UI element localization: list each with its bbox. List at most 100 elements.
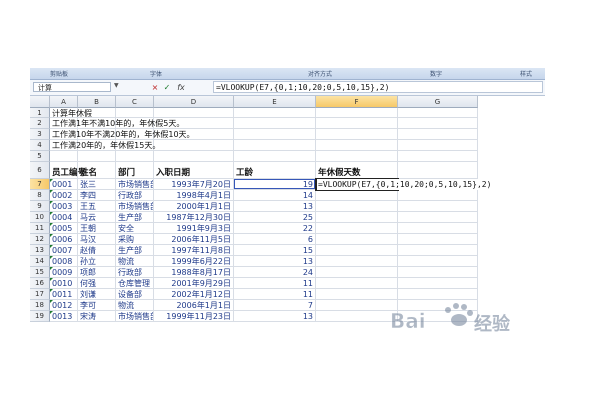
row-header[interactable]: 19 xyxy=(30,311,50,322)
hire-date-cell[interactable]: 1999年11月23日 xyxy=(154,311,231,322)
column-header[interactable]: D xyxy=(154,96,234,108)
seniority-cell[interactable]: 13 xyxy=(234,256,313,267)
row-header[interactable]: 13 xyxy=(30,245,50,256)
hire-date-cell[interactable]: 1993年7月20日 xyxy=(154,179,231,190)
formula-input[interactable]: =VLOOKUP(E7,{0,1;10,20;0,5,10,15},2) xyxy=(213,81,543,93)
ribbon-group-font[interactable]: 字体 xyxy=(150,69,162,78)
employee-id-cell[interactable]: 0012 xyxy=(52,300,72,311)
name-cell[interactable]: 刘谦 xyxy=(80,289,96,300)
row-header[interactable]: 6 xyxy=(30,162,50,179)
hire-date-cell[interactable]: 1997年11月8日 xyxy=(154,245,231,256)
row-header[interactable]: 15 xyxy=(30,267,50,278)
column-header[interactable]: G xyxy=(398,96,478,108)
name-cell[interactable]: 马云 xyxy=(80,212,96,223)
employee-id-cell[interactable]: 0002 xyxy=(52,190,72,201)
name-cell[interactable]: 张三 xyxy=(80,179,96,190)
table-header[interactable]: 入职日期 xyxy=(156,168,190,179)
column-header[interactable]: C xyxy=(116,96,154,108)
employee-id-cell[interactable]: 0011 xyxy=(52,289,72,300)
employee-id-cell[interactable]: 0004 xyxy=(52,212,72,223)
department-cell[interactable]: 行政部 xyxy=(118,190,153,201)
department-cell[interactable]: 设备部 xyxy=(118,289,153,300)
department-cell[interactable]: 仓库管理 xyxy=(118,278,153,289)
row-header[interactable]: 3 xyxy=(30,129,50,140)
seniority-cell[interactable]: 14 xyxy=(234,190,313,201)
seniority-cell[interactable]: 6 xyxy=(234,234,313,245)
department-cell[interactable]: 行政部 xyxy=(118,267,153,278)
row-header[interactable]: 18 xyxy=(30,300,50,311)
name-cell[interactable]: 王朝 xyxy=(80,223,96,234)
row-header[interactable]: 17 xyxy=(30,289,50,300)
note-text[interactable]: 工作满1年不满10年的，年休假5天。 xyxy=(52,118,184,129)
name-box[interactable]: 计算 xyxy=(33,82,111,92)
employee-id-cell[interactable]: 0010 xyxy=(52,278,72,289)
ribbon-group-number[interactable]: 数字 xyxy=(430,69,442,78)
seniority-cell[interactable]: 7 xyxy=(234,300,313,311)
seniority-cell[interactable]: 13 xyxy=(234,201,313,212)
hire-date-cell[interactable]: 1999年6月22日 xyxy=(154,256,231,267)
hire-date-cell[interactable]: 1988年8月17日 xyxy=(154,267,231,278)
note-text[interactable]: 工作满20年的，年休假15天。 xyxy=(52,140,160,151)
department-cell[interactable]: 生产部 xyxy=(118,245,153,256)
seniority-cell[interactable]: 22 xyxy=(234,223,313,234)
insert-function-icon[interactable]: fx xyxy=(174,82,188,93)
row-header[interactable]: 4 xyxy=(30,140,50,151)
cancel-icon[interactable]: × xyxy=(150,82,160,93)
row-header[interactable]: 14 xyxy=(30,256,50,267)
department-cell[interactable]: 物流 xyxy=(118,300,153,311)
employee-id-cell[interactable]: 0009 xyxy=(52,267,72,278)
employee-id-cell[interactable]: 0003 xyxy=(52,201,72,212)
name-cell[interactable]: 宋涛 xyxy=(80,311,96,322)
name-cell[interactable]: 马汉 xyxy=(80,234,96,245)
seniority-cell[interactable]: 11 xyxy=(234,278,313,289)
table-header[interactable]: 姓名 xyxy=(80,168,97,179)
hire-date-cell[interactable]: 2000年1月1日 xyxy=(154,201,231,212)
employee-id-cell[interactable]: 0006 xyxy=(52,234,72,245)
row-header[interactable]: 16 xyxy=(30,278,50,289)
name-cell[interactable]: 孙立 xyxy=(80,256,96,267)
ribbon-group-alignment[interactable]: 对齐方式 xyxy=(308,69,332,78)
department-cell[interactable]: 安全 xyxy=(118,223,153,234)
hire-date-cell[interactable]: 2002年1月12日 xyxy=(154,289,231,300)
employee-id-cell[interactable]: 0008 xyxy=(52,256,72,267)
seniority-cell[interactable]: 15 xyxy=(234,245,313,256)
hire-date-cell[interactable]: 2001年9月29日 xyxy=(154,278,231,289)
hire-date-cell[interactable]: 1987年12月30日 xyxy=(154,212,231,223)
column-header[interactable]: B xyxy=(78,96,116,108)
row-header[interactable]: 11 xyxy=(30,223,50,234)
name-cell[interactable]: 何强 xyxy=(80,278,96,289)
name-cell[interactable]: 赵倩 xyxy=(80,245,96,256)
employee-id-cell[interactable]: 0001 xyxy=(52,179,72,190)
seniority-cell[interactable]: 24 xyxy=(234,267,313,278)
department-cell[interactable]: 市场销售部 xyxy=(118,311,153,322)
hire-date-cell[interactable]: 2006年11月5日 xyxy=(154,234,231,245)
employee-id-cell[interactable]: 0007 xyxy=(52,245,72,256)
name-cell[interactable]: 李四 xyxy=(80,190,96,201)
hire-date-cell[interactable]: 2006年1月1日 xyxy=(154,300,231,311)
department-cell[interactable]: 生产部 xyxy=(118,212,153,223)
row-header[interactable]: 7 xyxy=(30,179,50,190)
select-all-corner[interactable] xyxy=(30,96,50,108)
row-header[interactable]: 2 xyxy=(30,118,50,129)
column-header[interactable]: F xyxy=(316,96,398,108)
department-cell[interactable]: 市场销售部 xyxy=(118,179,153,190)
table-header[interactable]: 部门 xyxy=(118,168,135,179)
row-header[interactable]: 12 xyxy=(30,234,50,245)
seniority-cell[interactable]: 11 xyxy=(234,289,313,300)
row-header[interactable]: 1 xyxy=(30,108,50,118)
department-cell[interactable]: 市场销售部 xyxy=(118,201,153,212)
enter-icon[interactable]: ✓ xyxy=(162,82,172,93)
column-header[interactable]: A xyxy=(50,96,78,108)
table-header[interactable]: 工龄 xyxy=(236,168,253,179)
row-header[interactable]: 5 xyxy=(30,151,50,162)
ribbon-group-styles[interactable]: 样式 xyxy=(520,69,532,78)
row-header[interactable]: 10 xyxy=(30,212,50,223)
employee-id-cell[interactable]: 0013 xyxy=(52,311,72,322)
column-header[interactable]: E xyxy=(234,96,316,108)
editing-formula-text[interactable]: =VLOOKUP(E7,{0,1;10,20;0,5,10,15},2) xyxy=(317,179,493,190)
employee-id-cell[interactable]: 0005 xyxy=(52,223,72,234)
seniority-cell[interactable]: 25 xyxy=(234,212,313,223)
seniority-cell[interactable]: 13 xyxy=(234,311,313,322)
name-cell[interactable]: 李可 xyxy=(80,300,96,311)
name-cell[interactable]: 项郎 xyxy=(80,267,96,278)
